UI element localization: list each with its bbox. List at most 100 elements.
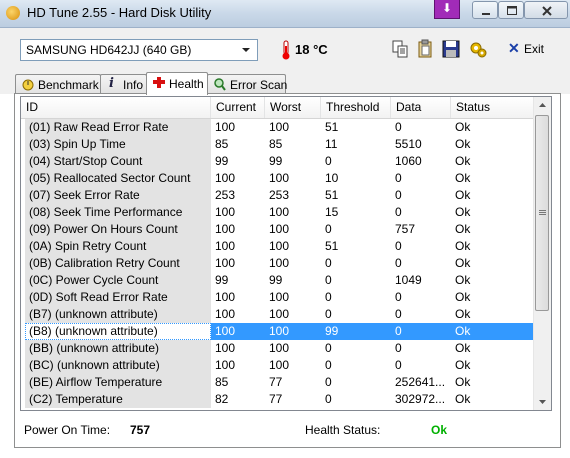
tab-error-scan[interactable]: Error Scan bbox=[207, 74, 288, 94]
attribute-id-cell: (B8) (unknown attribute) bbox=[25, 323, 211, 340]
close-button[interactable] bbox=[524, 1, 568, 19]
status-cell: Ok bbox=[455, 375, 471, 389]
magnifier-icon bbox=[214, 78, 226, 91]
worst-cell: 100 bbox=[269, 205, 290, 219]
current-cell: 100 bbox=[215, 205, 236, 219]
worst-cell: 253 bbox=[269, 188, 290, 202]
attribute-id-cell: (0D) Soft Read Error Rate bbox=[25, 289, 211, 306]
column-header[interactable]: Worst bbox=[265, 97, 321, 118]
toolbar: SAMSUNG HD642JJ (640 GB) 18 °C ✕ Exit bbox=[0, 28, 570, 72]
worst-cell: 100 bbox=[269, 120, 290, 134]
exit-button[interactable]: ✕ Exit bbox=[502, 39, 548, 59]
data-cell: 0 bbox=[395, 205, 402, 219]
threshold-cell: 51 bbox=[325, 239, 339, 253]
tab-info[interactable]: i Info bbox=[100, 74, 147, 94]
worst-cell: 100 bbox=[269, 307, 290, 321]
data-cell: 302972... bbox=[395, 392, 446, 406]
column-header[interactable]: Threshold bbox=[321, 97, 391, 118]
column-header[interactable]: Current bbox=[211, 97, 265, 118]
table-row[interactable]: (BC) (unknown attribute) 100 100 0 0 Ok bbox=[21, 357, 536, 374]
column-header[interactable]: Data bbox=[391, 97, 451, 118]
scroll-up-icon[interactable] bbox=[534, 97, 551, 114]
worst-cell: 100 bbox=[265, 323, 321, 340]
scrollbar-thumb[interactable] bbox=[535, 115, 549, 311]
threshold-cell: 99 bbox=[321, 323, 391, 340]
table-row[interactable]: (08) Seek Time Performance 100 100 15 0 Ok bbox=[21, 204, 536, 221]
table-row[interactable]: (01) Raw Read Error Rate 100 100 51 0 Ok bbox=[21, 119, 536, 136]
threshold-cell: 11 bbox=[325, 137, 338, 151]
health-status-value: Ok bbox=[431, 423, 448, 437]
data-cell: 0 bbox=[395, 120, 402, 134]
tab-label: Error Scan bbox=[230, 78, 288, 92]
table-row[interactable]: (BE) Airflow Temperature 85 77 0 252641... Ok bbox=[21, 374, 536, 391]
current-cell: 85 bbox=[215, 375, 229, 389]
data-cell: 757 bbox=[395, 222, 416, 236]
attribute-id-cell: (0A) Spin Retry Count bbox=[25, 238, 211, 255]
table-header: ID Current Worst Threshold Data Status bbox=[21, 97, 536, 119]
window-title: HD Tune 2.55 - Hard Disk Utility bbox=[27, 5, 212, 20]
attribute-id-cell: (09) Power On Hours Count bbox=[25, 221, 211, 238]
worst-cell: 99 bbox=[269, 273, 283, 287]
table-row[interactable]: (03) Spin Up Time 85 85 11 5510 Ok bbox=[21, 136, 536, 153]
status-cell: Ok bbox=[455, 205, 471, 219]
drive-select-value: SAMSUNG HD642JJ (640 GB) bbox=[26, 43, 192, 57]
data-cell: 0 bbox=[395, 256, 402, 270]
chevron-down-icon bbox=[242, 48, 250, 52]
data-cell: 1049 bbox=[395, 273, 422, 287]
thermometer-icon bbox=[282, 40, 290, 60]
table-row[interactable]: (0A) Spin Retry Count 100 100 51 0 Ok bbox=[21, 238, 536, 255]
temperature-readout: 18 °C bbox=[295, 42, 328, 57]
tab-health[interactable]: Health bbox=[146, 72, 208, 95]
table-row[interactable]: (B7) (unknown attribute) 100 100 0 0 Ok bbox=[21, 306, 536, 323]
column-header[interactable]: Status bbox=[451, 97, 536, 118]
table-row[interactable]: (B8) (unknown attribute) 100 100 99 0 Ok bbox=[21, 323, 536, 340]
options-icon[interactable] bbox=[468, 39, 488, 59]
maximize-button[interactable] bbox=[498, 1, 524, 19]
threshold-cell: 0 bbox=[325, 273, 332, 287]
current-cell: 100 bbox=[215, 171, 236, 185]
table-row[interactable]: (09) Power On Hours Count 100 100 0 757 Ok bbox=[21, 221, 536, 238]
attribute-id-cell: (08) Seek Time Performance bbox=[25, 204, 211, 221]
table-row[interactable]: (0D) Soft Read Error Rate 100 100 0 0 Ok bbox=[21, 289, 536, 306]
data-cell: 0 bbox=[395, 239, 402, 253]
table-row[interactable]: (0C) Power Cycle Count 99 99 0 1049 Ok bbox=[21, 272, 536, 289]
save-icon[interactable] bbox=[441, 39, 461, 59]
app-icon bbox=[6, 6, 20, 20]
grip-icon bbox=[539, 210, 546, 216]
vertical-scrollbar[interactable] bbox=[533, 97, 551, 410]
health-status-label: Health Status: bbox=[305, 423, 381, 437]
threshold-cell: 15 bbox=[325, 205, 339, 219]
attribute-id-cell: (04) Start/Stop Count bbox=[25, 153, 211, 170]
exit-label: Exit bbox=[524, 42, 545, 56]
column-header[interactable]: ID bbox=[21, 97, 211, 118]
table-row[interactable]: (04) Start/Stop Count 99 99 0 1060 Ok bbox=[21, 153, 536, 170]
table-row[interactable]: (C2) Temperature 82 77 0 302972... Ok bbox=[21, 391, 536, 408]
current-cell: 100 bbox=[215, 120, 236, 134]
table-row[interactable]: (07) Seek Error Rate 253 253 51 0 Ok bbox=[21, 187, 536, 204]
copy-all-icon[interactable] bbox=[415, 39, 435, 59]
minimize-button[interactable] bbox=[472, 1, 498, 19]
status-cell: Ok bbox=[455, 290, 471, 304]
table-row[interactable]: (0B) Calibration Retry Count 100 100 0 0 Ok bbox=[21, 255, 536, 272]
exit-icon: ✕ bbox=[508, 40, 520, 56]
smart-attributes-table[interactable]: ID Current Worst Threshold Data Status (… bbox=[20, 96, 552, 411]
current-cell: 99 bbox=[215, 154, 229, 168]
table-row[interactable]: (05) Reallocated Sector Count 100 100 10 0 Ok bbox=[21, 170, 536, 187]
download-arrow-icon[interactable]: ⬇ bbox=[434, 0, 460, 19]
status-cell: Ok bbox=[451, 323, 536, 340]
data-cell: 0 bbox=[395, 188, 402, 202]
drive-select[interactable]: SAMSUNG HD642JJ (640 GB) bbox=[20, 39, 258, 61]
scroll-down-icon[interactable] bbox=[534, 393, 551, 410]
worst-cell: 100 bbox=[269, 358, 290, 372]
threshold-cell: 0 bbox=[325, 290, 332, 304]
attribute-id-cell: (C2) Temperature bbox=[25, 391, 211, 408]
current-cell: 85 bbox=[215, 137, 229, 151]
power-on-label: Power On Time: bbox=[24, 423, 111, 437]
tab-benchmark[interactable]: Benchmark bbox=[15, 74, 101, 94]
table-row[interactable]: (BB) (unknown attribute) 100 100 0 0 Ok bbox=[21, 340, 536, 357]
threshold-cell: 0 bbox=[325, 392, 332, 406]
data-cell: 0 bbox=[395, 358, 402, 372]
status-cell: Ok bbox=[455, 273, 471, 287]
copy-icon[interactable] bbox=[390, 39, 410, 59]
current-cell: 100 bbox=[215, 239, 236, 253]
